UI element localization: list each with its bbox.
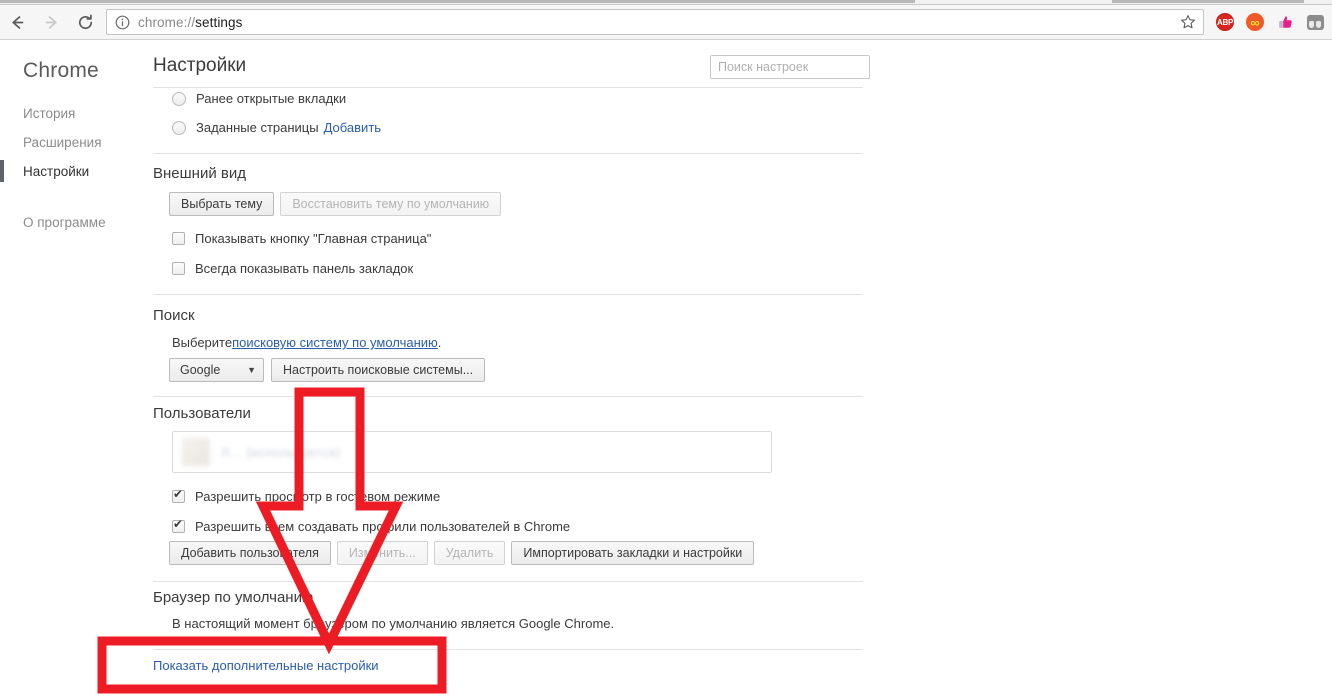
checkbox-show-home-button[interactable] [172,232,185,245]
avatar [182,438,210,466]
reset-theme-button: Восстановить тему по умолчанию [280,192,501,216]
show-advanced-settings-row[interactable]: Показать дополнительные настройки [153,658,379,673]
startup-option-label: Ранее открытые вкладки [196,91,346,106]
binoculars-icon[interactable] [1300,5,1330,39]
default-search-engine-link[interactable]: поисковую систему по умолчанию [232,335,438,350]
tab-strip-segment [0,0,915,3]
sidebar-brand: Chrome [23,59,99,83]
url-scheme: chrome:// [138,15,195,30]
sidebar-item-label: История [23,106,75,121]
thumbs-up-icon[interactable] [1270,5,1300,39]
manage-search-engines-button[interactable]: Настроить поисковые системы... [271,358,485,382]
sidebar-item-extensions[interactable]: Расширения [0,128,150,157]
sidebar-item-about[interactable]: О программе [0,208,150,237]
radio-previous-tabs[interactable] [172,92,186,106]
browser-window: chrome://settings ABP ∞ [0,0,1332,700]
appearance-theme-buttons: Выбрать тему Восстановить тему по умолча… [169,192,501,216]
add-startup-page-link[interactable]: Добавить [324,120,381,135]
forward-button[interactable] [34,5,68,39]
sidebar-spacer [0,186,150,208]
allow-guest-browsing-row[interactable]: Разрешить просмотр в гостевом режиме [172,489,440,504]
checkbox-allow-guest-browsing[interactable] [172,490,185,503]
tab-strip-segment [1112,0,1304,3]
sidebar-item-label: О программе [23,215,106,230]
search-engine-controls: Google ▼ Настроить поисковые системы... [169,358,485,382]
reload-icon [76,13,95,32]
edit-user-button: Изменить... [337,541,428,565]
settings-content: Настройки Ранее открытые вкладки Заданны… [150,41,1332,700]
info-circle-icon[interactable] [115,15,130,30]
sidebar-item-label: Расширения [23,135,102,150]
divider [153,581,863,582]
divider [153,153,863,154]
page-title: Настройки [153,55,246,77]
appearance-section-title: Внешний вид [153,165,246,182]
sidebar-item-settings[interactable]: Настройки [0,157,150,186]
reload-button[interactable] [68,5,102,39]
search-engine-select[interactable]: Google ▼ [169,358,264,382]
address-bar[interactable]: chrome://settings [106,9,1204,35]
browser-toolbar: chrome://settings ABP ∞ [0,5,1332,40]
divider [153,649,863,650]
checkbox-always-show-bookmarks-bar[interactable] [172,262,185,275]
settings-sidebar: Chrome История Расширения Настройки О пр… [0,41,150,700]
user-profile-row[interactable]: Л... (используется) [172,431,772,473]
show-advanced-settings-link[interactable]: Показать дополнительные настройки [153,658,379,673]
arrow-left-icon [8,13,27,32]
checkbox-label: Всегда показывать панель закладок [195,261,413,276]
search-section-title: Поиск [153,307,195,324]
startup-option-specific-pages[interactable]: Заданные страницы Добавить [172,120,381,135]
search-engine-description: Выберите поисковую систему по умолчанию … [172,335,441,350]
default-browser-section-title: Браузер по умолчанию [153,589,313,606]
settings-page: Chrome История Расширения Настройки О пр… [0,41,1332,700]
radio-specific-pages[interactable] [172,121,186,135]
checkbox-label: Разрешить просмотр в гостевом режиме [195,489,440,504]
divider [153,87,863,88]
sidebar-item-history[interactable]: История [0,99,150,128]
adblock-plus-icon[interactable]: ABP [1210,5,1240,39]
arrow-right-icon [42,13,61,32]
startup-option-label: Заданные страницы [196,120,319,135]
checkbox-label: Показывать кнопку "Главная страница" [195,231,431,246]
infinity-badge-label: ∞ [1246,13,1264,31]
search-engine-selected-value: Google [180,363,220,377]
startup-option-previous-tabs[interactable]: Ранее открытые вкладки [172,91,346,106]
adblock-plus-badge-label: ABP [1216,13,1234,31]
address-bar-url: chrome://settings [138,15,243,30]
chevron-down-icon: ▼ [247,365,256,375]
users-section-title: Пользователи [153,405,251,422]
show-home-button-row[interactable]: Показывать кнопку "Главная страница" [172,231,431,246]
always-show-bookmarks-bar-row[interactable]: Всегда показывать панель закладок [172,261,413,276]
user-profile-list: Л... (используется) [150,431,810,473]
divider [153,294,863,295]
delete-user-button: Удалить [434,541,506,565]
extension-icons: ABP ∞ [1210,5,1332,39]
sidebar-nav: История Расширения Настройки О программе [0,99,150,237]
default-browser-status-text: В настоящий момент браузером по умолчани… [172,616,614,631]
checkbox-label: Разрешить всем создавать профили пользов… [195,519,570,534]
checkbox-allow-add-person[interactable] [172,520,185,533]
search-desc-suffix: . [438,335,442,350]
star-outline-icon[interactable] [1179,13,1197,31]
url-path: settings [195,15,242,30]
allow-add-person-row[interactable]: Разрешить всем создавать профили пользов… [172,519,570,534]
user-profile-name: Л... (используется) [221,445,341,460]
sidebar-item-label: Настройки [23,164,89,179]
thumbs-up-glyph [1276,13,1294,31]
infinity-new-tab-icon[interactable]: ∞ [1240,5,1270,39]
binoculars-glyph [1307,15,1324,30]
divider [153,396,863,397]
add-user-button[interactable]: Добавить пользователя [169,541,331,565]
default-browser-status: В настоящий момент браузером по умолчани… [172,616,614,631]
user-action-buttons: Добавить пользователя Изменить... Удалит… [169,541,754,565]
search-desc-prefix: Выберите [172,335,232,350]
back-button[interactable] [0,5,34,39]
choose-theme-button[interactable]: Выбрать тему [169,192,274,216]
import-bookmarks-button[interactable]: Импортировать закладки и настройки [511,541,754,565]
search-settings-input[interactable] [710,55,870,79]
